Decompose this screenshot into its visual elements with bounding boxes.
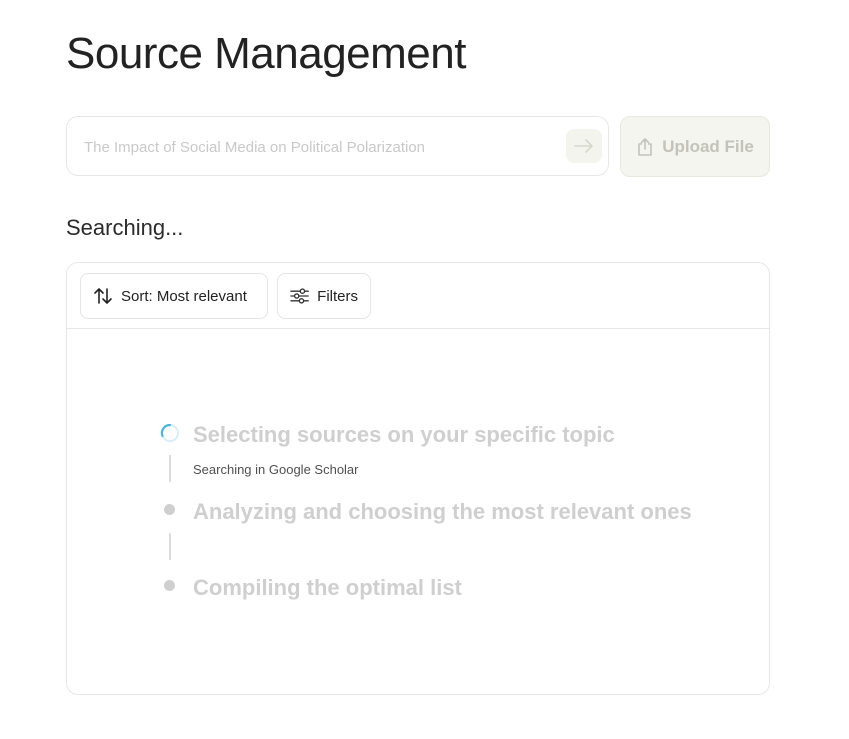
topic-search-input[interactable] <box>84 136 554 158</box>
upload-file-label: Upload File <box>662 136 754 156</box>
sort-arrows-icon <box>94 288 112 304</box>
filters-label: Filters <box>317 287 358 305</box>
step-1-title: Selecting sources on your specific topic <box>193 422 615 447</box>
search-status: Searching... <box>66 215 184 240</box>
step-connector <box>169 533 171 560</box>
sort-label: Sort: Most relevant <box>121 287 247 305</box>
upload-icon <box>638 137 652 156</box>
step-connector <box>169 455 171 482</box>
sort-button[interactable]: Sort: Most relevant <box>80 273 268 319</box>
step-3-dot <box>164 580 175 591</box>
arrow-right-icon <box>574 139 593 153</box>
results-panel: Sort: Most relevant Filters Selecting so… <box>66 262 770 695</box>
results-toolbar: Sort: Most relevant Filters <box>67 263 769 329</box>
step-1-subtitle: Searching in Google Scholar <box>193 462 359 477</box>
sliders-icon <box>290 288 309 304</box>
submit-search-button[interactable] <box>566 129 602 163</box>
step-3-title: Compiling the optimal list <box>193 575 462 600</box>
step-2-title: Analyzing and choosing the most relevant… <box>193 499 692 524</box>
filters-button[interactable]: Filters <box>277 273 371 319</box>
topic-search-box[interactable] <box>66 116 609 176</box>
upload-file-button[interactable]: Upload File <box>620 116 770 177</box>
loading-spinner-icon <box>160 423 179 442</box>
step-2-dot <box>164 504 175 515</box>
page-title: Source Management <box>66 29 466 78</box>
